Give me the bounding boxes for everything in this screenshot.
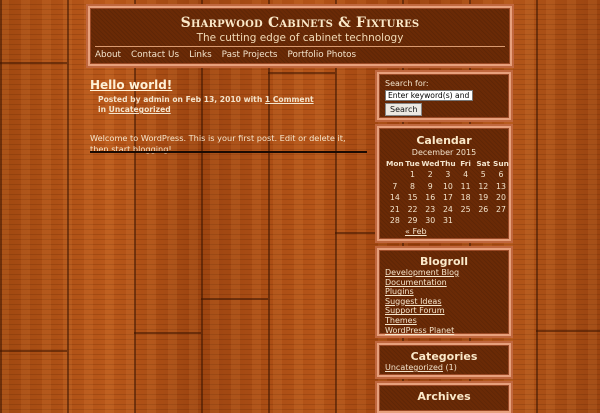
calendar-day: 15	[407, 193, 418, 203]
calendar-day: 17	[442, 193, 453, 203]
calendar-day: 29	[407, 215, 418, 225]
category-link[interactable]: Uncategorized	[385, 363, 443, 372]
calendar-day-header: Mon	[386, 159, 404, 168]
calendar-day-header: Wed	[421, 159, 440, 168]
nav-item-past-projects[interactable]: Past Projects	[222, 50, 278, 60]
calendar-day: 12	[478, 181, 489, 191]
calendar-day: 11	[460, 181, 471, 191]
search-button[interactable]: Search	[385, 103, 423, 116]
plank-seam	[268, 72, 335, 74]
calendar-month: December 2015	[411, 148, 477, 157]
calendar-day: 19	[478, 193, 489, 203]
calendar-week-row: 14 15 16 17 18 19 20	[386, 192, 510, 203]
calendar-week-row: 1 2 3 4 5 6	[386, 169, 510, 180]
category-item: Uncategorized (1)	[385, 363, 457, 372]
calendar-day: 25	[460, 204, 471, 214]
nav-item-portfolio-photos[interactable]: Portfolio Photos	[287, 50, 356, 60]
calendar-day-header: Thu	[440, 159, 456, 168]
post-in-label: in	[98, 105, 107, 114]
calendar-day: 13	[496, 181, 506, 191]
calendar-week-row: 21 22 23 24 25 26 27	[386, 204, 510, 215]
calendar-day	[492, 215, 510, 226]
nav-item-links[interactable]: Links	[189, 50, 212, 60]
calendar-day: 20	[496, 193, 506, 203]
plank-seam	[335, 232, 375, 234]
calendar-day: 10	[442, 181, 453, 191]
archives-widget: Archives	[377, 383, 511, 413]
site-header: Sharpwood Cabinets & Fixtures The cuttin…	[88, 6, 512, 66]
calendar-day: 24	[442, 204, 453, 214]
calendar-day: 9	[427, 181, 433, 191]
calendar-day: 5	[480, 170, 486, 180]
category-link[interactable]: Uncategorized	[109, 105, 171, 114]
comments-link[interactable]: 1 Comment	[265, 95, 314, 104]
calendar-prev-link[interactable]: « Feb	[405, 227, 427, 236]
blogroll-link[interactable]: WordPress Planet	[385, 326, 459, 336]
calendar-title: Calendar	[416, 134, 472, 147]
calendar-day-header: Sun	[493, 159, 509, 168]
calendar-day-header: Fri	[460, 159, 471, 168]
calendar-day: 26	[478, 204, 489, 214]
plank-seam	[536, 330, 600, 332]
categories-title: Categories	[410, 350, 478, 363]
calendar-day: 30	[425, 215, 436, 225]
nav-divider	[95, 46, 505, 47]
main-nav: About Contact Us Links Past Projects Por…	[95, 50, 366, 60]
category-count: (1)	[445, 363, 457, 372]
search-label: Search for:	[385, 79, 429, 88]
calendar-header-row: Mon Tue Wed Thu Fri Sat Sun	[386, 158, 510, 169]
archives-title: Archives	[417, 390, 471, 403]
search-input[interactable]: Enter keyword(s) and	[385, 90, 473, 101]
blogroll-link[interactable]: Support Forum	[385, 306, 459, 316]
calendar-day-header: Tue	[405, 159, 420, 168]
calendar-day: 22	[407, 204, 418, 214]
calendar-day: 21	[389, 204, 400, 214]
plank-seam	[0, 350, 67, 352]
post: Hello world! Posted by admin on Feb 13, …	[90, 78, 370, 155]
nav-item-about[interactable]: About	[95, 50, 121, 60]
blogroll-widget: Blogroll Development Blog Documentation …	[377, 248, 511, 336]
calendar-day: 27	[496, 204, 506, 214]
search-widget: Search for: Enter keyword(s) and Search	[377, 72, 511, 120]
calendar-day: 2	[427, 170, 433, 180]
post-byline: Posted by admin on Feb 13, 2010 with	[98, 95, 263, 104]
calendar-day: 23	[425, 204, 436, 214]
calendar-week-row: 7 8 9 10 11 12 13	[386, 181, 510, 192]
nav-item-contact-us[interactable]: Contact Us	[131, 50, 179, 60]
plank-seam	[134, 332, 201, 334]
calendar-day: 7	[392, 181, 398, 191]
calendar-widget: Calendar December 2015 Mon Tue Wed Thu Fri Sa…	[377, 126, 511, 241]
post-divider	[90, 151, 367, 153]
calendar-day: 3	[445, 170, 451, 180]
calendar-day	[457, 215, 475, 226]
calendar-day	[386, 169, 404, 180]
site-title[interactable]: Sharpwood Cabinets & Fixtures	[90, 15, 510, 31]
calendar-day: 4	[463, 170, 469, 180]
blogroll-link[interactable]: Plugins	[385, 287, 459, 297]
blogroll-title: Blogroll	[419, 255, 469, 268]
calendar-day-header: Sat	[476, 159, 491, 168]
blogroll-link[interactable]: Development Blog	[385, 268, 459, 278]
categories-widget: Categories Uncategorized (1)	[377, 343, 511, 377]
calendar-day: 14	[389, 193, 400, 203]
calendar-day: 6	[498, 170, 504, 180]
site-tagline: The cutting edge of cabinet technology	[196, 32, 404, 44]
calendar-day: 1	[410, 170, 416, 180]
blogroll-link[interactable]: Themes	[385, 316, 459, 326]
calendar-day	[474, 215, 492, 226]
calendar-day: 16	[425, 193, 436, 203]
plank-seam	[201, 298, 268, 300]
calendar-week-row: 28 29 30 31	[386, 215, 510, 226]
post-meta: Posted by admin on Feb 13, 2010 with 1 C…	[90, 95, 370, 115]
calendar-day: 8	[410, 181, 416, 191]
blogroll-link[interactable]: Documentation	[385, 278, 459, 288]
calendar-day: 28	[389, 215, 400, 225]
calendar-day: 18	[460, 193, 471, 203]
calendar-grid: Mon Tue Wed Thu Fri Sat Sun 1 2 3 4 5 6 7 8 9 10 11 12 13 1…	[386, 158, 510, 226]
post-title-link[interactable]: Hello world!	[90, 78, 370, 92]
blogroll-link[interactable]: Suggest Ideas	[385, 297, 459, 307]
blogroll-links: Development Blog Documentation Plugins S…	[385, 268, 459, 335]
plank-seam	[0, 62, 67, 64]
calendar-day: 31	[442, 215, 453, 225]
